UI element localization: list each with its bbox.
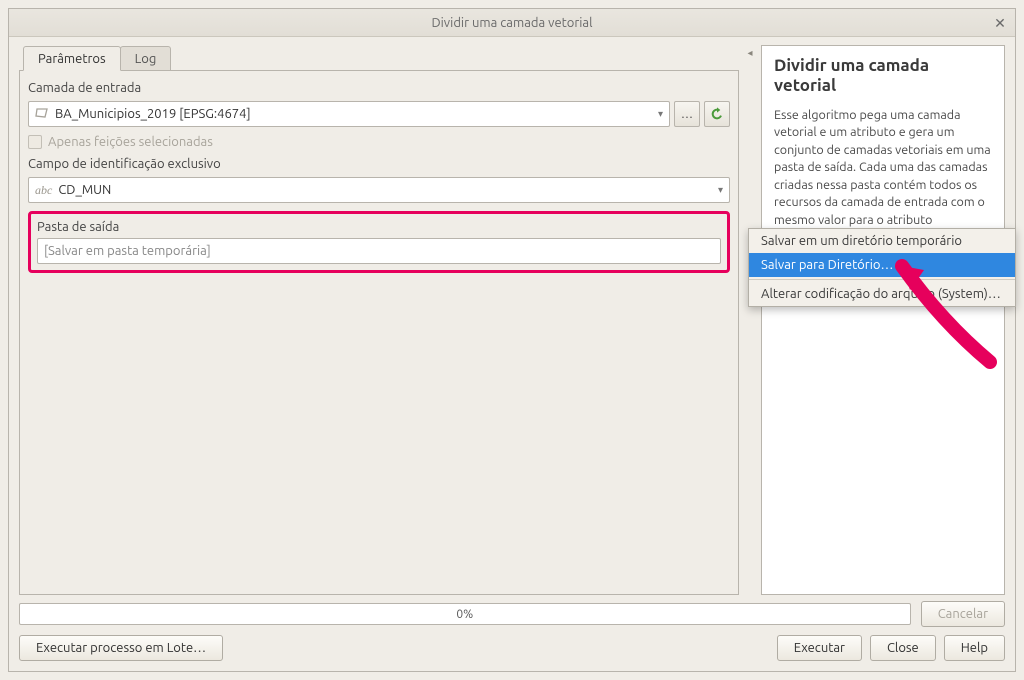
polygon-layer-icon — [35, 107, 49, 122]
selected-features-checkbox: Apenas feições selecionadas — [28, 135, 730, 149]
input-layer-combo[interactable]: BA_Municipios_2019 [EPSG:4674] ▾ — [28, 101, 670, 127]
output-folder-row: [Salvar em pasta temporária] — [37, 238, 721, 264]
help-button[interactable]: Help — [944, 635, 1005, 661]
unique-field-combo[interactable]: abc CD_MUN ▾ — [28, 177, 730, 203]
menu-save-temp[interactable]: Salvar em um diretório temporário — [749, 229, 1015, 253]
window-title: Dividir uma camada vetorial — [432, 16, 593, 30]
output-folder-highlight: Pasta de saída [Salvar em pasta temporár… — [28, 211, 730, 273]
browse-layer-button[interactable]: … — [674, 101, 700, 127]
right-button-group: Executar Close Help — [777, 635, 1005, 661]
checkbox-icon — [28, 135, 42, 149]
label-output-folder: Pasta de saída — [37, 220, 721, 234]
tab-parameters[interactable]: Parâmetros — [23, 46, 121, 71]
output-folder-placeholder: [Salvar em pasta temporária] — [44, 244, 211, 258]
main-row: Parâmetros Log Camada de entrada BA_Muni… — [19, 45, 1005, 595]
iterate-button[interactable] — [704, 101, 730, 127]
dialog-window: Dividir uma camada vetorial ✕ Parâmetros… — [8, 8, 1016, 672]
label-unique-field: Campo de identificação exclusivo — [28, 157, 730, 171]
selected-features-label: Apenas feições selecionadas — [48, 135, 213, 149]
menu-change-encoding[interactable]: Alterar codificação do arquivo (System)… — [749, 282, 1015, 306]
left-pane: Parâmetros Log Camada de entrada BA_Muni… — [19, 45, 739, 595]
help-title: Dividir uma camada vetorial — [774, 56, 992, 97]
output-folder-input[interactable]: [Salvar em pasta temporária] — [37, 238, 721, 264]
menu-save-directory[interactable]: Salvar para Diretório… — [749, 253, 1015, 277]
menu-separator — [749, 279, 1015, 280]
text-field-icon: abc — [35, 183, 52, 198]
help-panel: Dividir uma camada vetorial Esse algorit… — [761, 45, 1005, 595]
chevron-down-icon: ▾ — [658, 108, 663, 120]
progress-text: 0% — [456, 608, 473, 621]
progress-bar: 0% — [19, 603, 911, 625]
batch-button[interactable]: Executar processo em Lote… — [19, 635, 223, 661]
output-context-menu: Salvar em um diretório temporário Salvar… — [748, 228, 1016, 307]
close-icon[interactable]: ✕ — [991, 14, 1009, 32]
run-button[interactable]: Executar — [777, 635, 862, 661]
unique-field-row: abc CD_MUN ▾ — [28, 177, 730, 203]
bottom-area: 0% Cancelar Executar processo em Lote… E… — [19, 601, 1005, 661]
collapse-help-handle[interactable]: ◂ — [745, 45, 755, 595]
unique-field-value: CD_MUN — [58, 183, 111, 197]
button-row: Executar processo em Lote… Executar Clos… — [19, 635, 1005, 661]
input-layer-row: BA_Municipios_2019 [EPSG:4674] ▾ … — [28, 101, 730, 127]
tab-log[interactable]: Log — [120, 46, 172, 71]
tab-bar: Parâmetros Log — [23, 45, 739, 70]
label-input-layer: Camada de entrada — [28, 81, 730, 95]
dialog-body: Parâmetros Log Camada de entrada BA_Muni… — [9, 37, 1015, 671]
parameters-panel: Camada de entrada BA_Municipios_2019 [EP… — [19, 70, 739, 595]
input-layer-value: BA_Municipios_2019 [EPSG:4674] — [55, 107, 251, 121]
close-button[interactable]: Close — [870, 635, 936, 661]
cancel-button: Cancelar — [921, 601, 1005, 627]
chevron-down-icon: ▾ — [718, 184, 723, 196]
help-paragraph-1: Esse algoritmo pega uma camada vetorial … — [774, 107, 992, 247]
titlebar: Dividir uma camada vetorial ✕ — [9, 9, 1015, 37]
progress-row: 0% Cancelar — [19, 601, 1005, 627]
